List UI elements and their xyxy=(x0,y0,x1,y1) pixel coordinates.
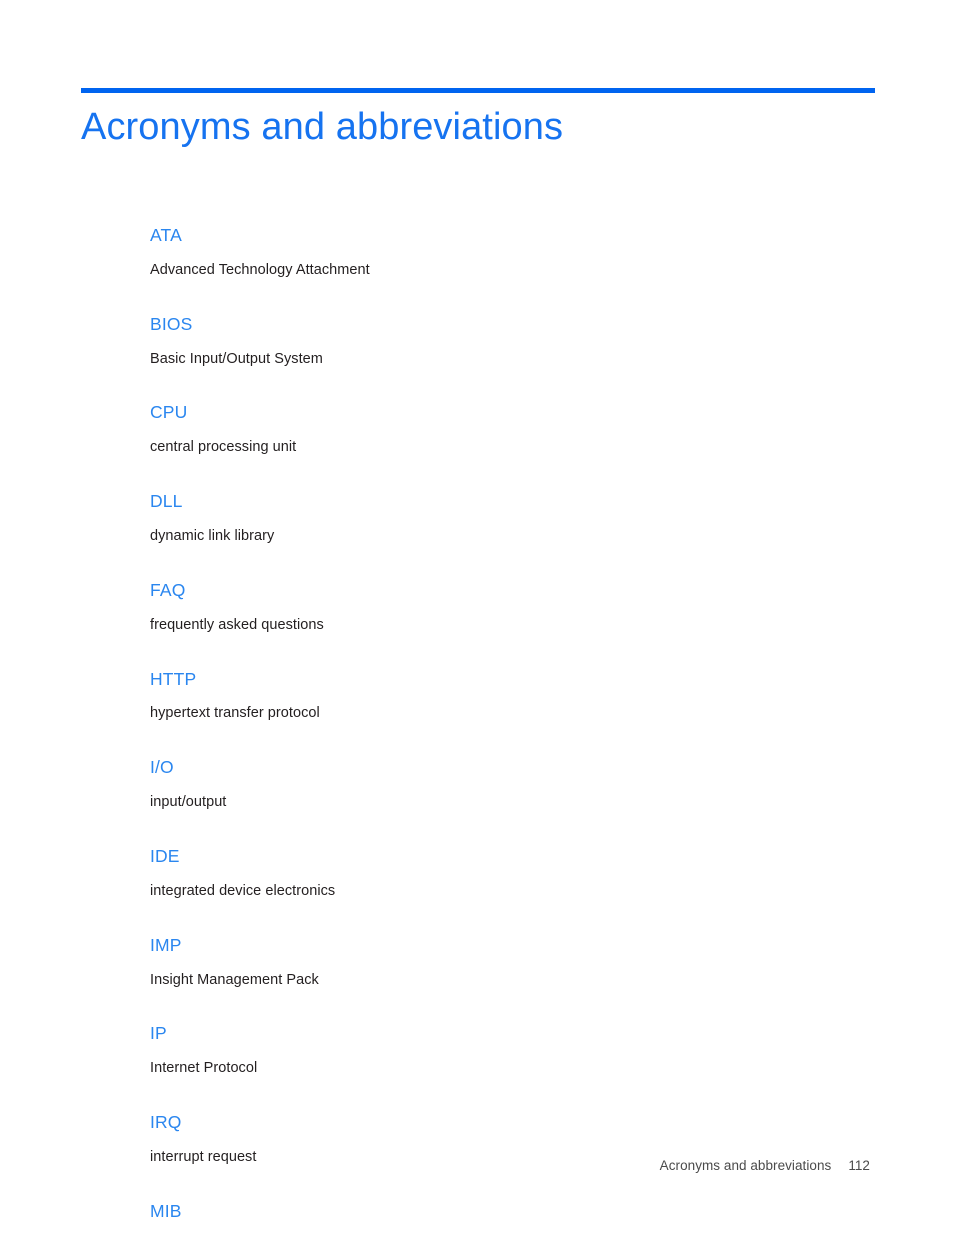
glossary-definition: input/output xyxy=(150,794,227,811)
glossary-definition: Internet Protocol xyxy=(150,1060,258,1077)
glossary-list: ATA Advanced Technology Attachment BIOS Bas… xyxy=(150,225,870,1235)
glossary-term: IRQ xyxy=(150,1112,182,1133)
footer-page-number: 112 xyxy=(848,1158,870,1173)
glossary-entry: IDE integrated device electronics xyxy=(150,846,870,901)
glossary-definition: Advanced Technology Attachment xyxy=(150,261,370,278)
glossary-entry: DLL dynamic link library xyxy=(150,491,870,546)
page-footer: Acronyms and abbreviations 112 xyxy=(81,1158,870,1173)
glossary-entry: CPU central processing unit xyxy=(150,402,870,457)
glossary-entry: IMP Insight Management Pack xyxy=(150,935,870,990)
document-page: Acronyms and abbreviations ATA Advanced T… xyxy=(0,0,954,1235)
glossary-term: IDE xyxy=(150,846,180,867)
page-heading-block: Acronyms and abbreviations xyxy=(81,88,875,148)
title-accent-rule xyxy=(81,88,875,93)
footer-section-label: Acronyms and abbreviations xyxy=(659,1158,832,1173)
glossary-term: I/O xyxy=(150,757,174,778)
glossary-entry: ATA Advanced Technology Attachment xyxy=(150,225,870,280)
page-title: Acronyms and abbreviations xyxy=(81,106,564,148)
glossary-term: IMP xyxy=(150,934,182,955)
glossary-entry: FAQ frequently asked questions xyxy=(150,580,870,635)
glossary-definition: frequently asked questions xyxy=(150,616,324,633)
glossary-definition: dynamic link library xyxy=(150,528,275,545)
glossary-term: MIB xyxy=(150,1200,182,1221)
glossary-definition: integrated device electronics xyxy=(150,882,336,899)
glossary-definition: central processing unit xyxy=(150,439,297,456)
glossary-definition: Insight Management Pack xyxy=(150,971,319,988)
glossary-entry: MIBmanagement information base xyxy=(150,1201,870,1235)
glossary-definition: Basic Input/Output System xyxy=(150,350,323,367)
glossary-term: CPU xyxy=(150,402,188,423)
glossary-entry: BIOS Basic Input/Output System xyxy=(150,314,870,369)
glossary-term: DLL xyxy=(150,491,183,512)
glossary-entry: I/O input/output xyxy=(150,757,870,812)
glossary-term: IP xyxy=(150,1023,167,1044)
glossary-entry: IP Internet Protocol xyxy=(150,1023,870,1078)
glossary-entry: HTTP hypertext transfer protocol xyxy=(150,669,870,724)
glossary-term: FAQ xyxy=(150,579,186,600)
glossary-term: HTTP xyxy=(150,668,197,689)
glossary-term: BIOS xyxy=(150,313,193,334)
glossary-definition: hypertext transfer protocol xyxy=(150,705,320,722)
glossary-term: ATA xyxy=(150,225,182,245)
